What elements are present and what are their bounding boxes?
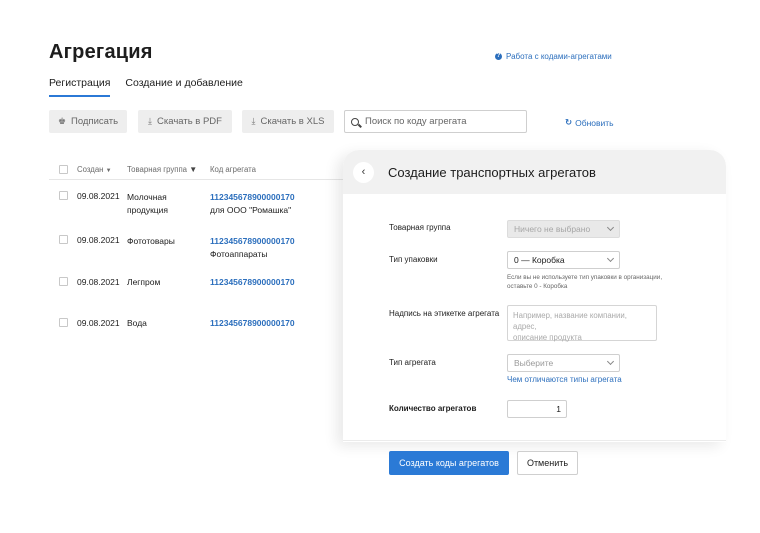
row-group-line2: продукция xyxy=(127,205,169,215)
tab-registration[interactable]: Регистрация xyxy=(49,77,111,97)
row-code-cell: 112345678900000170 xyxy=(210,277,330,287)
table-header: Создан ▼ Товарная группа ▼ Код агрегата xyxy=(49,160,349,180)
row-group: Вода xyxy=(127,318,147,328)
package-type-hint-line2: оставьте 0 - Коробка xyxy=(507,282,568,290)
row-checkbox[interactable] xyxy=(59,318,68,327)
question-icon: ? xyxy=(495,53,502,60)
aggregate-type-placeholder: Выберите xyxy=(514,358,554,368)
row-code-link[interactable]: 112345678900000170 xyxy=(210,192,295,202)
package-type-select[interactable]: 0 — Коробка xyxy=(507,251,620,269)
panel-header: ‹ Создание транспортных агрегатов xyxy=(343,150,726,194)
sign-button[interactable]: ♚ Подписать xyxy=(49,110,127,133)
aggregate-types-help-link[interactable]: Чем отличаются типы агрегата xyxy=(507,375,622,384)
create-codes-button[interactable]: Создать коды агрегатов xyxy=(389,451,509,475)
refresh-label: Обновить xyxy=(575,117,614,128)
aggregate-type-field: Выберите Чем отличаются типы агрегата xyxy=(507,354,622,384)
label-text-label: Надпись на этикетке агрегата xyxy=(389,309,500,318)
row-owner: для ООО "Ромашка" xyxy=(210,205,292,215)
help-link[interactable]: ? Работа с кодами-агрегатами xyxy=(495,52,612,61)
chevron-down-icon xyxy=(606,357,615,366)
column-created-label: Создан xyxy=(77,165,104,174)
row-checkbox[interactable] xyxy=(59,191,68,200)
product-group-field: Ничего не выбрано xyxy=(507,220,620,238)
row-code-link[interactable]: 112345678900000170 xyxy=(210,318,295,328)
stamp-icon: ♚ xyxy=(57,116,67,126)
search-input[interactable]: Поиск по коду агрегата xyxy=(344,110,527,133)
quantity-field: 1 xyxy=(507,400,567,418)
quantity-input[interactable]: 1 xyxy=(507,400,567,418)
row-group: Фототовары xyxy=(127,236,175,246)
product-group-label: Товарная группа xyxy=(389,223,451,232)
row-date: 09.08.2021 xyxy=(77,318,120,328)
product-group-value: Ничего не выбрано xyxy=(514,224,591,234)
row-checkbox[interactable] xyxy=(59,277,68,286)
row-code-link[interactable]: 112345678900000170 xyxy=(210,277,295,287)
download-icon: ⤓ xyxy=(148,116,153,126)
search-placeholder: Поиск по коду агрегата xyxy=(365,116,467,127)
row-code-link[interactable]: 112345678900000170 xyxy=(210,236,295,246)
back-button[interactable]: ‹ xyxy=(353,161,374,183)
column-code: Код агрегата xyxy=(210,165,256,174)
row-date: 09.08.2021 xyxy=(77,277,120,287)
chevron-left-icon: ‹ xyxy=(361,166,366,178)
label-text-field: Например, название компании, адрес, опис… xyxy=(507,305,657,342)
row-group-line1: Молочная xyxy=(127,192,167,202)
package-type-hint: Если вы не используете тип упаковки в ор… xyxy=(507,274,717,291)
table-row[interactable]: 09.08.2021 Вода 112345678900000170 xyxy=(49,307,349,337)
aggregate-type-label: Тип агрегата xyxy=(389,358,436,367)
row-code-cell: 112345678900000170 xyxy=(210,318,330,328)
product-group-select[interactable]: Ничего не выбрано xyxy=(507,220,620,238)
sort-down-icon: ▼ xyxy=(105,168,112,174)
row-date: 09.08.2021 xyxy=(77,191,120,201)
label-text-placeholder-line1: Например, название компании, адрес, xyxy=(513,311,627,331)
download-xls-button[interactable]: ⤓ Скачать в XLS xyxy=(242,110,334,133)
panel-footer-divider xyxy=(343,440,726,441)
page-title: Агрегация xyxy=(49,41,153,63)
panel-title: Создание транспортных агрегатов xyxy=(388,164,596,180)
table-row[interactable]: 09.08.2021 Молочная продукция 1123456789… xyxy=(49,180,349,224)
sign-button-label: Подписать xyxy=(71,116,119,127)
select-all-checkbox[interactable] xyxy=(59,165,68,174)
toolbar: ♚ Подписать ⤓ Скачать в PDF ⤓ Скачать в … xyxy=(49,110,527,133)
table-row[interactable]: 09.08.2021 Фототовары 112345678900000170… xyxy=(49,224,349,266)
chevron-down-icon xyxy=(606,254,615,263)
column-group-label: Товарная группа xyxy=(127,165,188,174)
row-checkbox[interactable] xyxy=(59,235,68,244)
row-group: Легпром xyxy=(127,277,161,287)
refresh-icon: ↻ xyxy=(565,117,573,127)
row-owner: Фотоаппараты xyxy=(210,249,268,259)
package-type-value: 0 — Коробка xyxy=(514,255,565,265)
cancel-button[interactable]: Отменить xyxy=(517,451,578,475)
download-pdf-label: Скачать в PDF xyxy=(157,116,222,127)
download-xls-label: Скачать в XLS xyxy=(260,116,325,127)
help-link-label: Работа с кодами-агрегатами xyxy=(506,52,612,61)
search-icon xyxy=(351,117,359,126)
aggregates-table: Создан ▼ Товарная группа ▼ Код агрегата … xyxy=(49,160,349,337)
download-icon: ⤓ xyxy=(251,116,256,126)
row-code-cell: 112345678900000170 для ООО "Ромашка" xyxy=(210,191,330,217)
table-row[interactable]: 09.08.2021 Легпром 112345678900000170 xyxy=(49,266,349,307)
package-type-field: 0 — Коробка Если вы не используете тип у… xyxy=(507,251,717,291)
package-type-label: Тип упаковки xyxy=(389,255,438,264)
row-code-cell: 112345678900000170 Фотоаппараты xyxy=(210,235,330,261)
label-text-textarea[interactable]: Например, название компании, адрес, опис… xyxy=(507,305,657,342)
quantity-label: Количество агрегатов xyxy=(389,404,477,413)
label-text-placeholder-line2: описание продукта xyxy=(513,333,582,342)
column-created[interactable]: Создан ▼ xyxy=(77,165,127,174)
download-pdf-button[interactable]: ⤓ Скачать в PDF xyxy=(138,110,232,133)
filter-icon: ▼ xyxy=(189,165,198,174)
tabs: Регистрация Создание и добавление xyxy=(49,77,243,97)
chevron-down-icon xyxy=(606,223,615,232)
aggregate-type-select[interactable]: Выберите xyxy=(507,354,620,372)
package-type-hint-line1: Если вы не используете тип упаковки в ор… xyxy=(507,274,663,281)
tab-create-add[interactable]: Создание и добавление xyxy=(125,77,242,97)
create-transport-aggregates-panel: ‹ Создание транспортных агрегатов Товарн… xyxy=(343,150,726,442)
refresh-button[interactable]: ↻ Обновить xyxy=(565,117,614,128)
row-group: Молочная продукция xyxy=(127,191,210,217)
row-date: 09.08.2021 xyxy=(77,235,120,245)
column-group[interactable]: Товарная группа ▼ xyxy=(127,165,210,174)
